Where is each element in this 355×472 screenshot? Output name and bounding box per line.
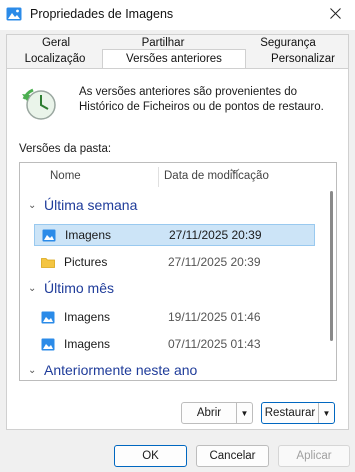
window-title: Propriedades de Imagens	[30, 7, 174, 21]
list-item[interactable]: Imagens 19/11/2025 01:46	[34, 307, 315, 329]
column-header-date[interactable]: Data de modificação	[164, 163, 269, 189]
restore-button[interactable]: Restaurar ▼	[261, 402, 335, 424]
info-text: As versões anteriores são provenientes d…	[79, 86, 324, 113]
tab-geral[interactable]: Geral	[26, 35, 86, 52]
title-bar[interactable]: Propriedades de Imagens	[0, 0, 355, 30]
item-name: Imagens	[64, 337, 111, 351]
pictures-folder-icon	[41, 338, 55, 351]
close-icon	[329, 8, 341, 22]
list-item[interactable]: Imagens 27/11/2025 20:39	[34, 224, 315, 246]
group-title: Último mês	[44, 280, 115, 296]
apply-button[interactable]: Aplicar	[278, 445, 350, 467]
column-header-name[interactable]: Nome	[50, 163, 81, 189]
previous-versions-panel: As versões anteriores são provenientes d…	[6, 68, 349, 430]
item-name: Pictures	[64, 255, 108, 269]
group-header-last-month[interactable]: ⌄ Último mês	[28, 280, 114, 296]
tab-seguranca[interactable]: Segurança	[248, 35, 328, 52]
list-item[interactable]: Imagens 07/11/2025 01:43	[34, 334, 315, 356]
restore-button-label[interactable]: Restaurar	[262, 403, 318, 423]
pictures-folder-icon	[41, 311, 55, 324]
vertical-scrollbar[interactable]	[330, 191, 333, 341]
group-title: Última semana	[44, 197, 138, 213]
cancel-button[interactable]: Cancelar	[196, 445, 269, 467]
properties-window: Propriedades de Imagens Geral Partilhar …	[0, 0, 355, 472]
tab-versoes-anteriores[interactable]: Versões anteriores	[102, 49, 246, 69]
chevron-down-icon: ⌄	[28, 365, 37, 376]
group-header-last-week[interactable]: ⌄ Última semana	[28, 197, 137, 213]
open-dropdown-arrow-icon[interactable]: ▼	[236, 403, 252, 423]
chevron-down-icon: ⌄	[28, 283, 37, 294]
group-header-earlier-this-year[interactable]: ⌄ Anteriormente neste ano	[28, 362, 197, 378]
item-name: Imagens	[64, 310, 111, 324]
ok-button[interactable]: OK	[114, 445, 187, 467]
restore-dropdown-arrow-icon[interactable]: ▼	[318, 403, 334, 423]
folder-versions-label: Versões da pasta:	[19, 143, 112, 155]
pictures-folder-icon	[6, 7, 22, 21]
column-divider[interactable]	[158, 167, 159, 187]
versions-list[interactable]: Nome Data de modificação ⌄ Última semana …	[19, 162, 337, 381]
open-button[interactable]: Abrir ▼	[181, 402, 253, 424]
item-date: 07/11/2025 01:43	[168, 337, 261, 351]
open-button-label[interactable]: Abrir	[182, 403, 236, 423]
list-item[interactable]: Pictures 27/11/2025 20:39	[34, 252, 315, 274]
item-date: 19/11/2025 01:46	[168, 310, 261, 324]
file-history-icon	[21, 85, 59, 123]
close-button[interactable]	[315, 0, 355, 30]
tab-localizacao[interactable]: Localização	[8, 51, 102, 68]
pictures-folder-icon	[42, 229, 56, 242]
chevron-down-icon: ⌄	[28, 200, 37, 211]
item-date: 27/11/2025 20:39	[168, 255, 261, 269]
group-title: Anteriormente neste ano	[44, 362, 198, 378]
item-date: 27/11/2025 20:39	[169, 228, 262, 242]
folder-icon	[41, 256, 55, 269]
item-name: Imagens	[65, 228, 112, 242]
tab-personalizar[interactable]: Personalizar	[258, 51, 348, 68]
